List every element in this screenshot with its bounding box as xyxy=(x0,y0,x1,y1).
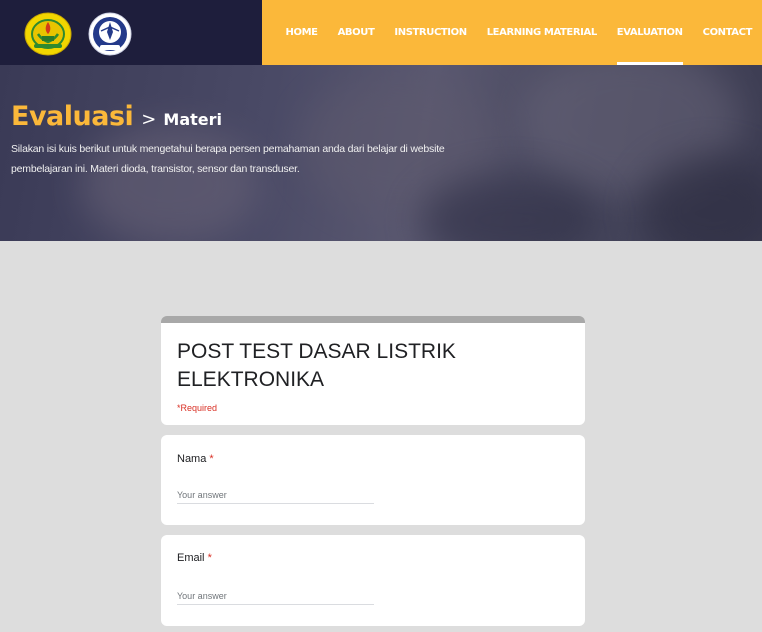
nav-item-about[interactable]: ABOUT xyxy=(328,0,385,65)
nav-item-home[interactable]: HOME xyxy=(276,0,328,65)
university-logo-icon[interactable] xyxy=(24,12,72,56)
nav-item-learning-material[interactable]: LEARNING MATERIAL xyxy=(477,0,607,65)
question-label-text: Email xyxy=(177,552,205,564)
nav-menu-area: HOME ABOUT INSTRUCTION LEARNING MATERIAL… xyxy=(262,0,762,65)
jakarta-logo-icon[interactable] xyxy=(88,12,132,56)
question-label-nama: Nama * xyxy=(177,453,214,465)
page-title-main: Evaluasi xyxy=(11,101,134,132)
page-title: Evaluasi > Materi xyxy=(11,101,222,132)
required-star: * xyxy=(207,552,212,564)
page-title-sub: Materi xyxy=(163,110,222,129)
question-card-email: Email * xyxy=(161,535,585,626)
top-navbar: HOME ABOUT INSTRUCTION LEARNING MATERIAL… xyxy=(0,0,762,65)
hero-banner: Evaluasi > Materi Silakan isi kuis berik… xyxy=(0,65,762,241)
required-note: *Required xyxy=(177,403,218,413)
nama-input[interactable] xyxy=(177,487,374,504)
question-card-nama: Nama * xyxy=(161,435,585,525)
nav-item-instruction[interactable]: INSTRUCTION xyxy=(384,0,476,65)
question-label-email: Email * xyxy=(177,552,212,564)
nav-item-evaluation[interactable]: EVALUATION xyxy=(607,0,693,65)
email-input[interactable] xyxy=(177,588,374,605)
question-label-text: Nama xyxy=(177,453,207,465)
form-header-card: POST TEST DASAR LISTRIK ELEKTRONIKA *Req… xyxy=(161,316,585,425)
nav-item-contact[interactable]: CONTACT xyxy=(693,0,762,65)
hero-description: Silakan isi kuis berikut untuk mengetahu… xyxy=(11,143,445,175)
form-title: POST TEST DASAR LISTRIK ELEKTRONIKA xyxy=(177,340,456,391)
logo-area xyxy=(0,0,262,65)
nav-links: HOME ABOUT INSTRUCTION LEARNING MATERIAL… xyxy=(276,0,762,65)
breadcrumb-separator: > xyxy=(141,109,157,130)
required-star: * xyxy=(209,453,214,465)
